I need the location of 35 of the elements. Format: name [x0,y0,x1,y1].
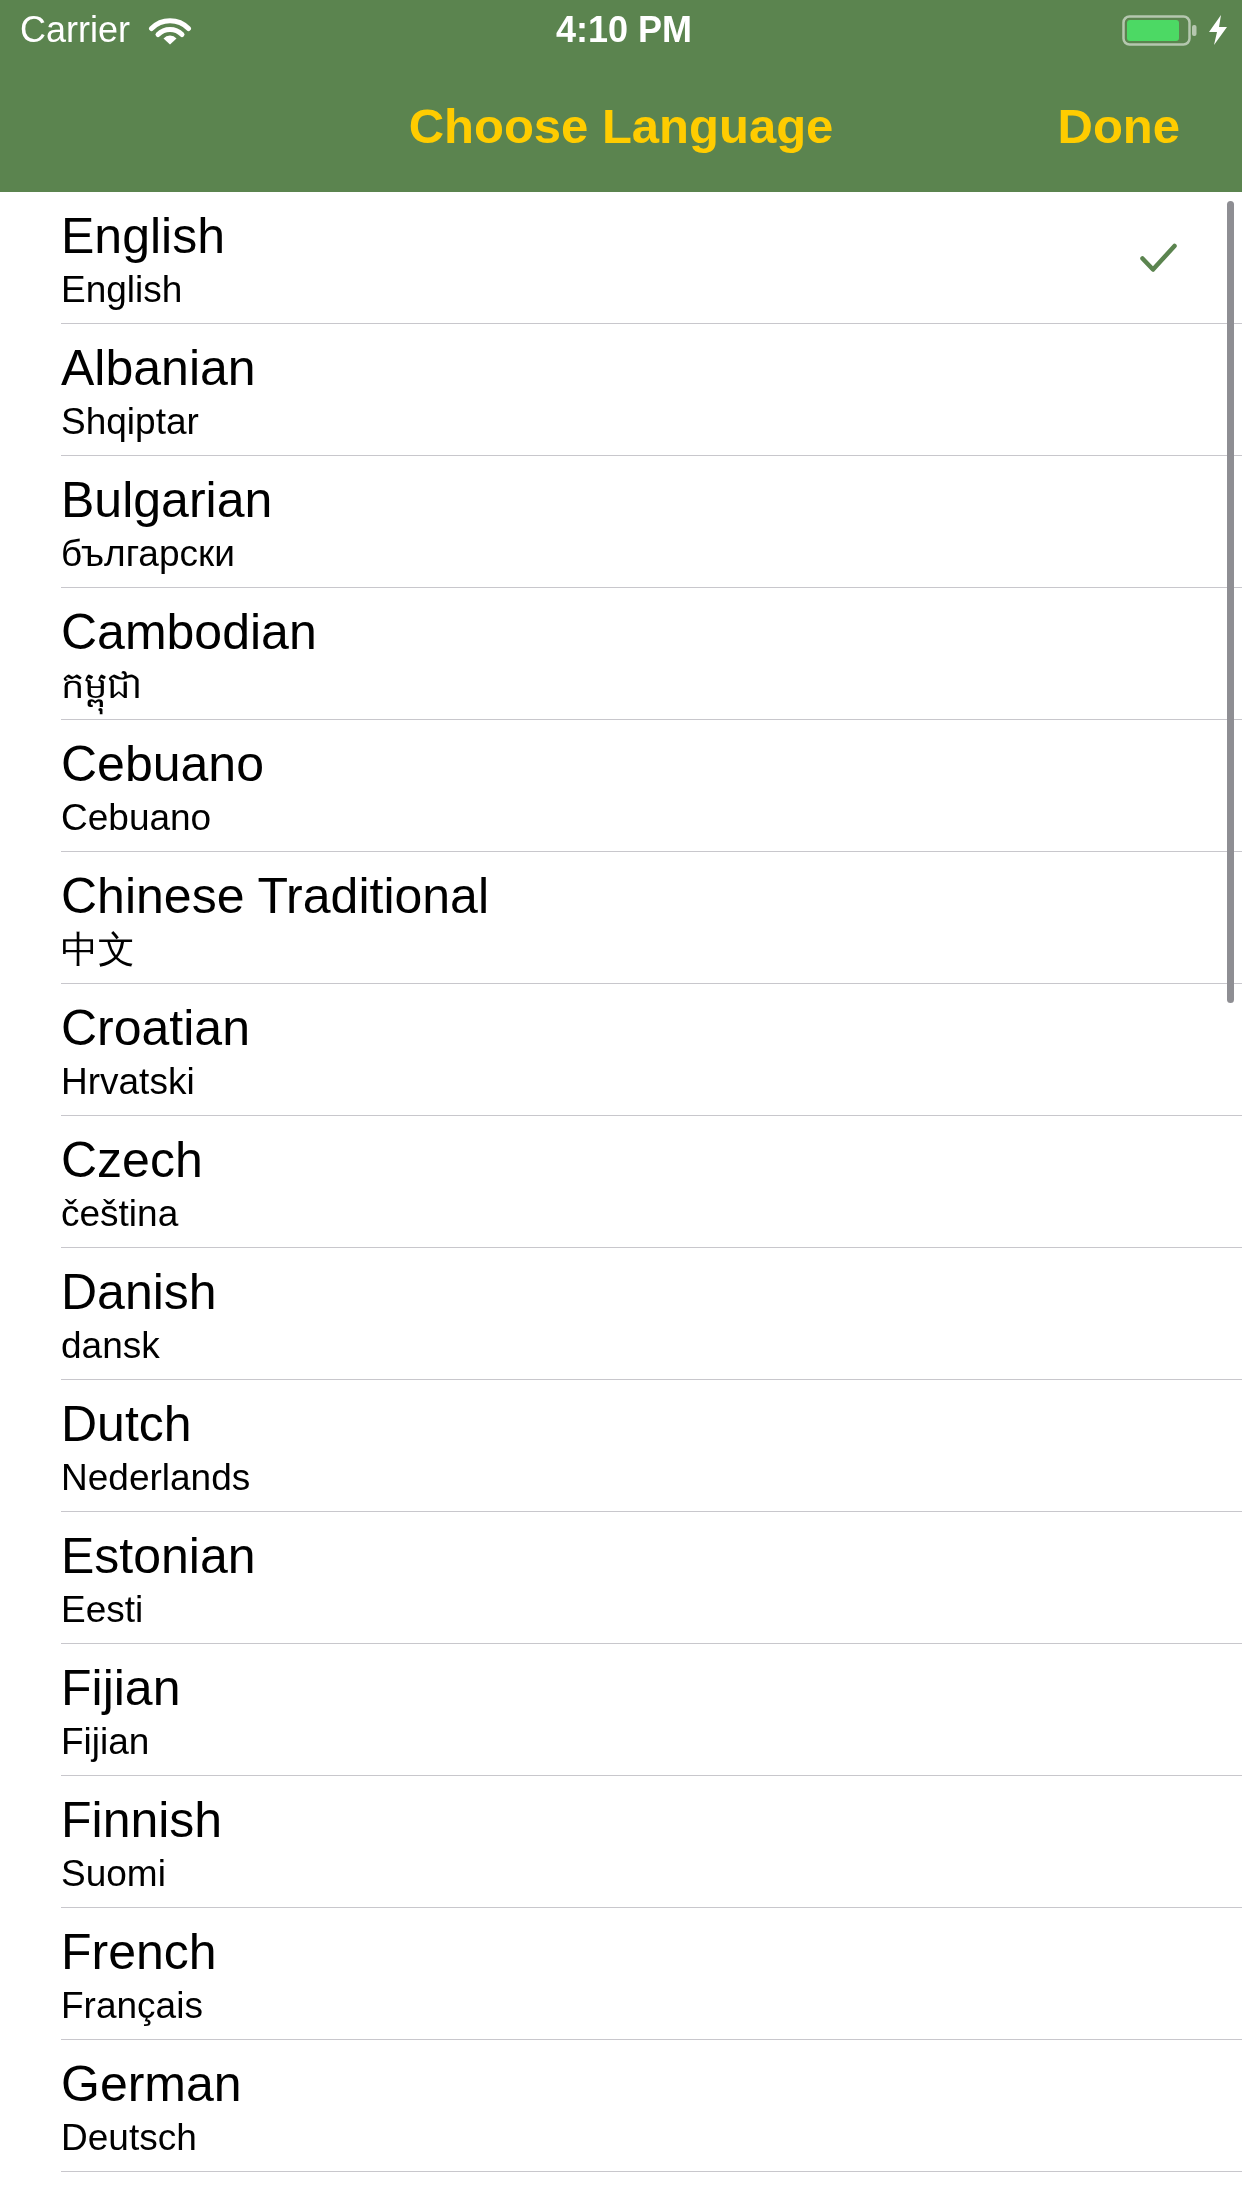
language-name: Estonian [61,1527,256,1585]
status-time: 4:10 PM [555,12,693,48]
native-language-name: Nederlands [61,1456,251,1500]
native-language-name: Cebuano [61,796,212,840]
language-name: Cambodian [61,603,317,661]
language-name: Fijian [61,1659,181,1717]
language-name: Bulgarian [61,471,273,529]
native-language-name: Suomi [61,1852,166,1896]
native-language-name: Shqiptar [61,400,199,444]
language-name: Czech [61,1131,203,1189]
language-name: Danish [61,1263,217,1321]
language-name: Croatian [61,999,250,1057]
native-language-name: Hrvatski [61,1060,195,1104]
native-language-name: Deutsch [61,2116,197,2160]
language-name: Dutch [61,1395,192,1453]
language-name: Albanian [61,339,256,397]
native-language-name: 中文 [61,928,135,972]
language-name: Cebuano [61,735,264,793]
native-language-name: български [61,532,235,576]
wifi-icon [148,15,192,45]
native-language-name: Eesti [61,1588,144,1632]
language-name: English [61,207,225,265]
language-name: German [61,2055,242,2113]
native-language-name: dansk [61,1324,160,1368]
native-language-name: Fijian [61,1720,150,1764]
nav-title: Choose Language [408,97,834,155]
native-language-name: čeština [61,1192,179,1236]
language-name: Finnish [61,1791,223,1849]
battery-icon [1122,14,1197,46]
lightning-bolt-icon [1208,15,1228,45]
carrier-name: Carrier [20,12,130,48]
native-language-name: Français [61,1984,203,2028]
native-language-name: English [61,268,183,312]
language-name: Chinese Traditional [61,867,490,925]
language-name: French [61,1923,217,1981]
